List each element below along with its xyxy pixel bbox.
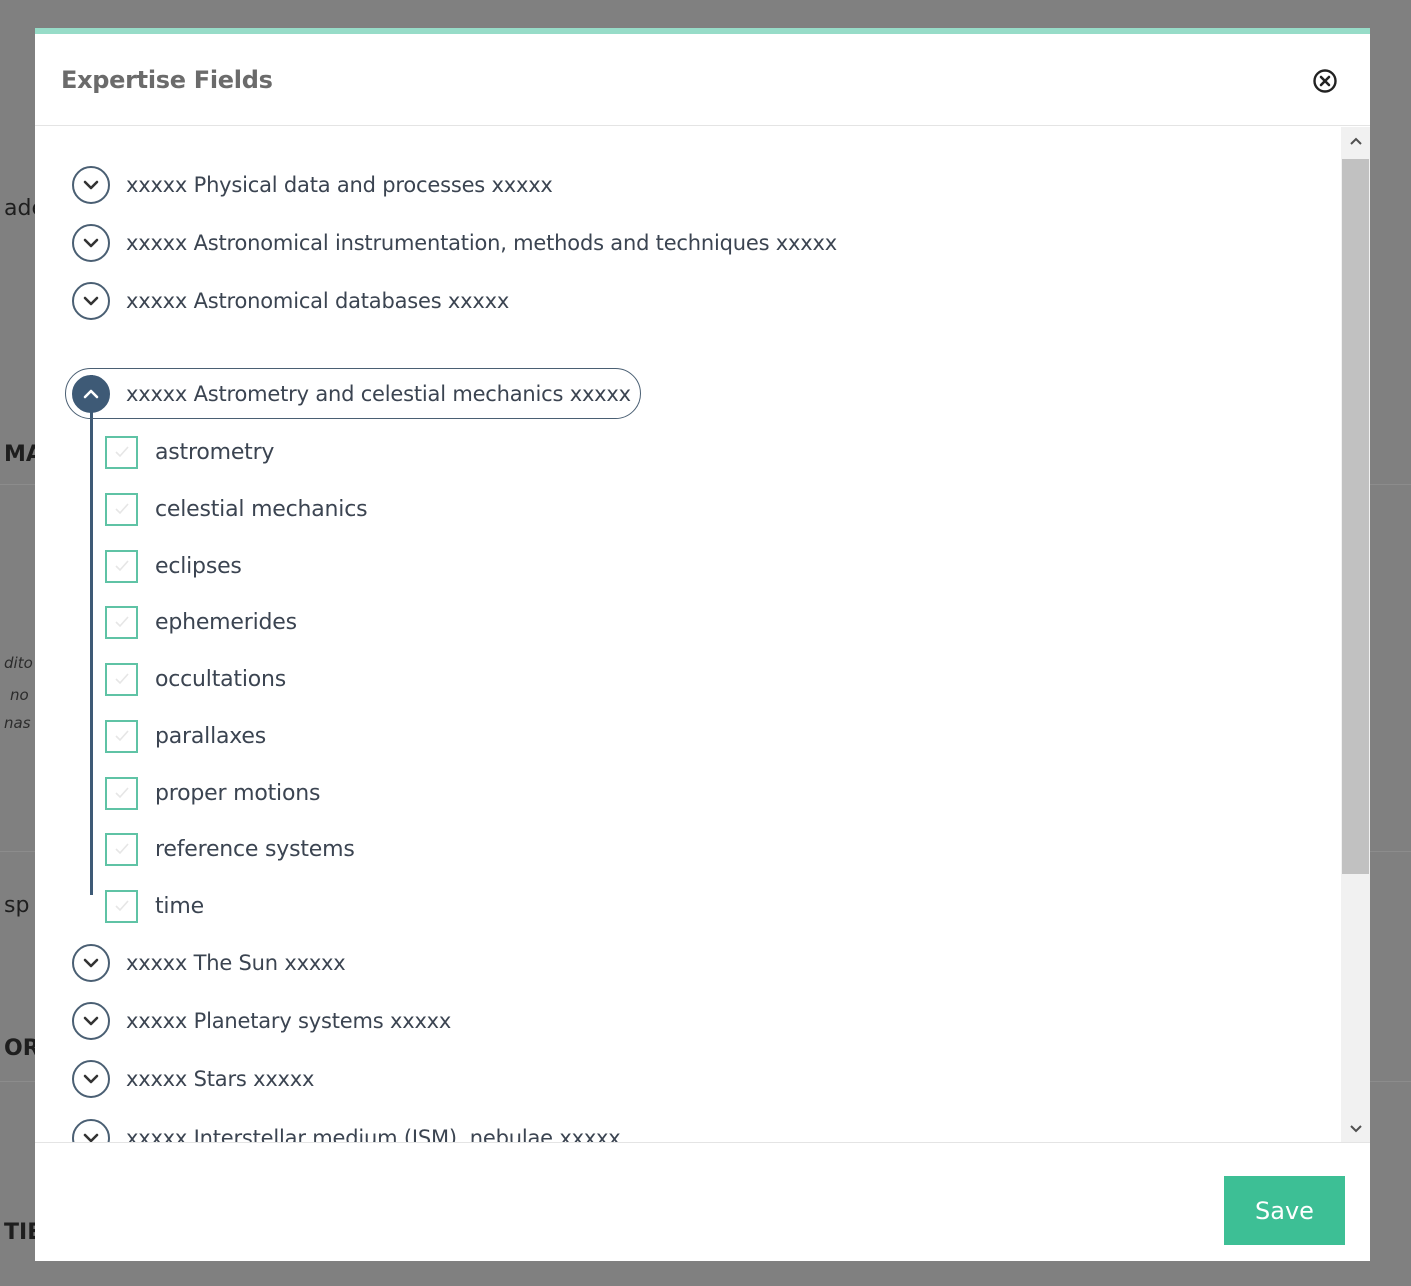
- modal-footer: Save: [35, 1142, 1370, 1267]
- modal-title: Expertise Fields: [61, 66, 273, 94]
- background-text-fragment: ade: [4, 196, 36, 221]
- close-button[interactable]: [1312, 68, 1338, 94]
- checkbox[interactable]: [105, 549, 138, 583]
- checkbox-label: occultations: [155, 666, 287, 692]
- check-icon: [114, 787, 129, 799]
- tree-group-sun[interactable]: xxxxx The Sun xxxxx: [72, 941, 346, 985]
- check-icon: [114, 900, 129, 912]
- tree-child-item[interactable]: celestial mechanics: [105, 489, 368, 529]
- checkbox-label: astrometry: [155, 439, 275, 465]
- caret-down-icon: [1349, 1124, 1362, 1132]
- checkbox[interactable]: [105, 605, 138, 639]
- tree-group-planetary-systems[interactable]: xxxxx Planetary systems xxxxx: [72, 999, 451, 1043]
- chevron-down-icon[interactable]: [72, 944, 110, 982]
- tree-group-label: xxxxx The Sun xxxxx: [126, 951, 346, 975]
- checkbox-label: ephemerides: [155, 609, 297, 635]
- tree-child-item[interactable]: reference systems: [105, 829, 355, 869]
- checkbox-label: time: [155, 893, 204, 919]
- tree-group-label: xxxxx Stars xxxxx: [126, 1067, 315, 1091]
- expertise-tree: xxxxx Physical data and processes xxxxx …: [35, 127, 1340, 1142]
- tree-group-label: xxxxx Astronomical databases xxxxx: [126, 289, 510, 313]
- scrollbar[interactable]: [1341, 127, 1370, 1142]
- modal-header: Expertise Fields: [35, 34, 1370, 126]
- checkbox[interactable]: [105, 435, 138, 469]
- background-text-fragment: dito: [4, 654, 33, 672]
- chevron-down-icon[interactable]: [72, 1002, 110, 1040]
- chevron-up-icon[interactable]: [72, 374, 110, 413]
- background-heading-fragment: MA: [4, 442, 36, 467]
- expertise-fields-modal: Expertise Fields xxxxx Physical data and…: [35, 28, 1370, 1261]
- tree-group-ism[interactable]: xxxxx Interstellar medium (ISM), nebulae…: [72, 1116, 621, 1142]
- background-heading-fragment: ORI: [4, 1036, 36, 1061]
- scrollbar-thumb[interactable]: [1342, 159, 1369, 874]
- chevron-down-icon[interactable]: [72, 1060, 110, 1098]
- checkbox[interactable]: [105, 719, 138, 753]
- checkbox-label: celestial mechanics: [155, 496, 368, 522]
- tree-group-instrumentation[interactable]: xxxxx Astronomical instrumentation, meth…: [72, 221, 837, 265]
- tree-group-stars[interactable]: xxxxx Stars xxxxx: [72, 1057, 314, 1101]
- chevron-down-icon[interactable]: [72, 166, 110, 204]
- chevron-down-icon[interactable]: [72, 282, 110, 320]
- close-circle-icon: [1313, 69, 1337, 93]
- tree-child-item[interactable]: parallaxes: [105, 716, 266, 756]
- tree-child-item[interactable]: ephemerides: [105, 602, 297, 642]
- save-button[interactable]: Save: [1224, 1176, 1345, 1245]
- tree-group-label: xxxxx Astronomical instrumentation, meth…: [126, 231, 837, 255]
- checkbox[interactable]: [105, 662, 138, 696]
- check-icon: [114, 673, 129, 685]
- check-icon: [114, 560, 129, 572]
- chevron-down-icon[interactable]: [72, 224, 110, 262]
- check-icon: [114, 446, 129, 458]
- checkbox-label: reference systems: [155, 836, 355, 862]
- checkbox-label: parallaxes: [155, 723, 267, 749]
- tree-group-label: xxxxx Physical data and processes xxxxx: [126, 173, 553, 197]
- scroll-up-button[interactable]: [1341, 127, 1370, 155]
- modal-body: xxxxx Physical data and processes xxxxx …: [35, 127, 1370, 1142]
- background-text-fragment: nas: [4, 714, 31, 732]
- tree-child-item[interactable]: eclipses: [105, 546, 242, 586]
- tree-child-item[interactable]: proper motions: [105, 773, 320, 813]
- checkbox[interactable]: [105, 492, 138, 526]
- checkbox[interactable]: [105, 889, 138, 923]
- tree-child-item[interactable]: astrometry: [105, 432, 274, 472]
- caret-up-icon: [1349, 137, 1362, 145]
- tree-group-astrometry[interactable]: xxxxx Astrometry and celestial mechanics…: [65, 368, 641, 419]
- check-icon: [114, 503, 129, 515]
- checkbox[interactable]: [105, 776, 138, 810]
- tree-group-physical-data[interactable]: xxxxx Physical data and processes xxxxx: [72, 163, 553, 207]
- background-text-fragment: sp: [4, 893, 30, 918]
- tree-group-label: xxxxx Planetary systems xxxxx: [126, 1009, 452, 1033]
- tree-group-label: xxxxx Interstellar medium (ISM), nebulae…: [126, 1126, 621, 1142]
- tree-group-label: xxxxx Astrometry and celestial mechanics…: [126, 381, 631, 406]
- check-icon: [114, 616, 129, 628]
- check-icon: [114, 843, 129, 855]
- scroll-down-button[interactable]: [1341, 1114, 1370, 1142]
- tree-connector-line: [90, 375, 93, 895]
- tree-child-item[interactable]: occultations: [105, 659, 286, 699]
- checkbox[interactable]: [105, 832, 138, 866]
- tree-group-databases[interactable]: xxxxx Astronomical databases xxxxx: [72, 279, 509, 323]
- chevron-down-icon[interactable]: [72, 1119, 110, 1142]
- tree-child-item[interactable]: time: [105, 886, 204, 926]
- checkbox-label: eclipses: [155, 553, 242, 579]
- check-icon: [114, 730, 129, 742]
- checkbox-label: proper motions: [155, 780, 321, 806]
- background-heading-fragment: TIES: [4, 1220, 36, 1245]
